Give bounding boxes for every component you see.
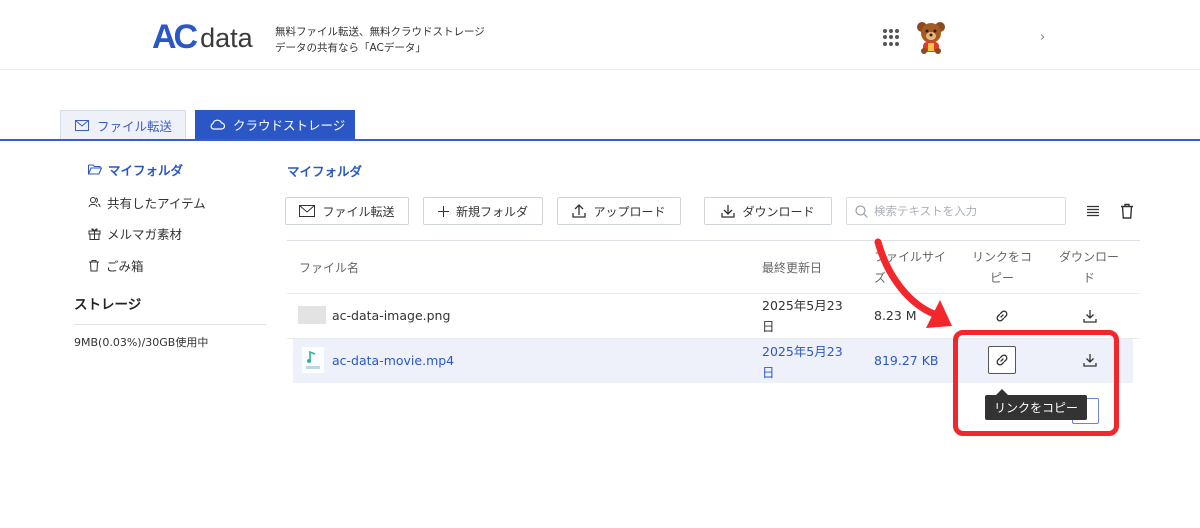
- column-header-copy-link: リンクをコ ピー: [970, 247, 1034, 289]
- trash-icon[interactable]: [1117, 201, 1137, 221]
- cloud-icon: [210, 119, 225, 130]
- sidebar-item-label: ごみ箱: [106, 259, 144, 274]
- sidebar-item-my-folder[interactable]: マイフォルダ: [88, 160, 183, 179]
- sidebar-item-shared[interactable]: 共有したアイテム: [88, 193, 206, 212]
- row-divider: [287, 293, 1140, 294]
- search-icon: [855, 204, 868, 218]
- tagline-line1: 無料ファイル転送、無料クラウドストレージ: [275, 26, 485, 38]
- storage-usage: 9MB(0.03%)/30GB使用中: [74, 336, 209, 349]
- download-button-label: ダウンロード: [742, 204, 815, 219]
- bear-avatar[interactable]: [915, 20, 947, 54]
- header: AC data 無料ファイル転送、無料クラウドストレージ データの共有なら「AC…: [0, 0, 1200, 70]
- new-folder-button[interactable]: 新規フォルダ: [423, 197, 543, 225]
- annotation-arrow: [874, 238, 952, 328]
- tab-cloud-storage[interactable]: クラウドストレージ: [195, 110, 355, 139]
- column-header-download-line1: ダウンロー: [1058, 250, 1119, 264]
- page-title: マイフォルダ: [287, 164, 363, 179]
- ac-data-logo[interactable]: AC data: [152, 18, 253, 56]
- mail-icon: [75, 119, 89, 131]
- new-folder-button-label: 新規フォルダ: [455, 204, 528, 219]
- storage-title: ストレージ: [74, 297, 142, 313]
- column-header-name[interactable]: ファイル名: [299, 258, 359, 279]
- page: AC data 無料ファイル転送、無料クラウドストレージ データの共有なら「AC…: [0, 0, 1200, 528]
- download-icon[interactable]: [1076, 302, 1104, 330]
- tagline-line2: データの共有なら「ACデータ」: [275, 42, 426, 54]
- upload-button[interactable]: アップロード: [557, 197, 681, 225]
- upload-icon: [572, 204, 587, 218]
- download-icon: [721, 205, 736, 218]
- modified-date-line2: 日: [762, 365, 775, 380]
- file-size: 819.27 KB: [874, 353, 939, 368]
- storage-divider: [74, 324, 266, 325]
- column-header-copy-link-line2: ピー: [989, 271, 1014, 285]
- tab-cloud-storage-label: クラウドストレージ: [233, 118, 346, 133]
- apps-grid-icon[interactable]: [883, 29, 900, 46]
- tab-bar: ファイル転送 クラウドストレージ: [0, 110, 1200, 141]
- sidebar-item-label: 共有したアイテム: [107, 196, 206, 211]
- column-header-modified[interactable]: 最終更新日: [762, 258, 822, 279]
- tab-file-transfer-label: ファイル転送: [97, 118, 173, 134]
- column-header-copy-link-line1: リンクをコ: [971, 250, 1032, 264]
- upload-button-label: アップロード: [593, 204, 666, 219]
- sidebar-item-newsletter[interactable]: メルマガ素材: [88, 224, 182, 243]
- modified-date-line1: 2025年5月23: [762, 298, 843, 313]
- header-chevron-icon[interactable]: ›: [1040, 30, 1045, 45]
- download-button[interactable]: ダウンロード: [704, 197, 832, 225]
- shared-users-icon: [88, 197, 101, 208]
- modified-date: 2025年5月23 日: [762, 341, 843, 383]
- plus-icon: [437, 205, 449, 217]
- file-transfer-button-label: ファイル転送: [322, 204, 395, 219]
- gift-icon: [88, 228, 101, 240]
- tagline: 無料ファイル転送、無料クラウドストレージ データの共有なら「ACデータ」: [275, 24, 485, 56]
- table-top-border: [287, 240, 1140, 241]
- list-view-icon[interactable]: [1083, 201, 1103, 221]
- column-header-download-line2: ド: [1082, 271, 1095, 285]
- logo-data: data: [200, 23, 253, 53]
- file-transfer-button[interactable]: ファイル転送: [285, 197, 409, 225]
- sidebar-item-label: マイフォルダ: [108, 163, 184, 178]
- folder-open-icon: [88, 164, 102, 175]
- search-box: [846, 197, 1066, 225]
- modified-date: 2025年5月23 日: [762, 295, 843, 337]
- annotation-highlight-box: [953, 330, 1119, 436]
- column-header-download: ダウンロー ド: [1056, 247, 1122, 289]
- file-name[interactable]: ac-data-movie.mp4: [332, 350, 454, 371]
- modified-date-line2: 日: [762, 319, 775, 334]
- modified-date-line1: 2025年5月23: [762, 344, 843, 359]
- file-name[interactable]: ac-data-image.png: [332, 305, 450, 326]
- sidebar-item-trash[interactable]: ごみ箱: [88, 256, 144, 275]
- copy-link-icon[interactable]: [988, 302, 1016, 330]
- tab-file-transfer[interactable]: ファイル転送: [60, 110, 186, 139]
- mail-icon: [299, 205, 316, 217]
- search-input[interactable]: [874, 204, 1054, 218]
- trash-icon: [89, 260, 99, 272]
- image-thumbnail: [298, 306, 326, 324]
- sidebar-item-label: メルマガ素材: [107, 227, 183, 242]
- audio-file-icon: [302, 347, 324, 373]
- logo-ac: AC: [152, 18, 198, 56]
